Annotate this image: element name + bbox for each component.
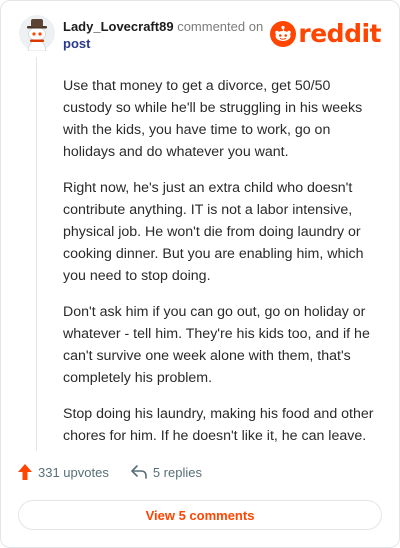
upvote-count: 331 upvotes: [38, 464, 109, 480]
replies-button[interactable]: 5 replies: [131, 465, 202, 480]
upvote-arrow-icon[interactable]: [18, 464, 32, 480]
view-comments-button[interactable]: View 5 comments: [18, 500, 382, 530]
comment-action-text: commented on: [177, 19, 264, 34]
comment-paragraph-3: Don't ask him if you can go out, go on h…: [63, 304, 370, 386]
avatar[interactable]: [19, 15, 55, 51]
comment-paragraph-4: Stop doing his laundry, making his food …: [63, 406, 374, 444]
reply-count: 5 replies: [152, 464, 202, 480]
reddit-wordmark: reddit: [298, 19, 381, 48]
upvote-button[interactable]: 331 upvotes: [18, 464, 109, 480]
comment-actions: 331 upvotes 5 replies: [18, 464, 202, 480]
reddit-logo: reddit: [270, 20, 381, 48]
comment-paragraph-2: Right now, he's just an extra child who …: [63, 180, 364, 284]
comment-card: Lady_Lovecraft89 commented on post reddi…: [0, 0, 400, 548]
username[interactable]: Lady_Lovecraft89: [63, 19, 174, 34]
reply-arrow-icon: [131, 465, 147, 479]
comment-header: Lady_Lovecraft89 commented on post: [63, 18, 263, 52]
thread-line: [36, 57, 37, 451]
reddit-snoo-icon: [270, 21, 297, 47]
post-link[interactable]: post: [63, 35, 263, 52]
comment-paragraph-1: Use that money to get a divorce, get 50/…: [63, 78, 363, 160]
comment-body: Use that money to get a divorce, get 50/…: [63, 75, 381, 461]
